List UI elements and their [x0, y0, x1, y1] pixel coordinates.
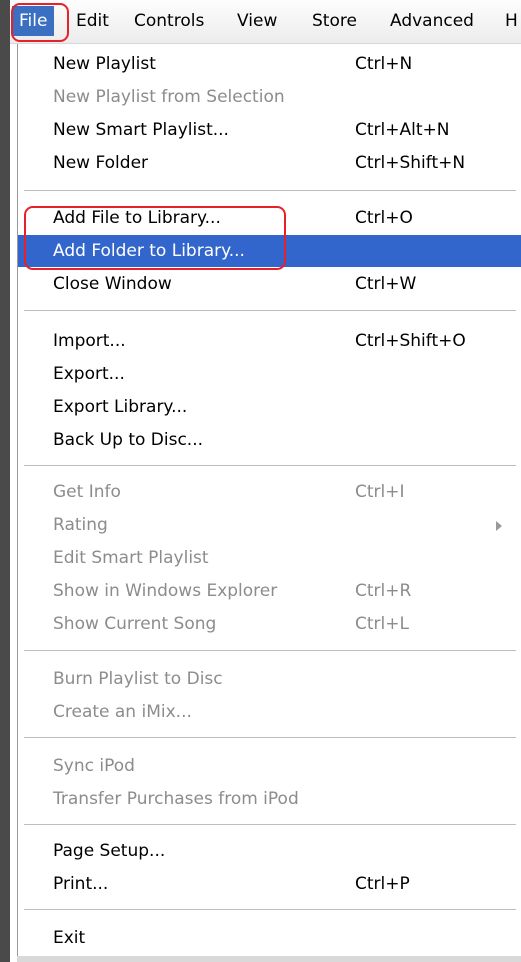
menu-bar: File Edit Controls View Store Advanced H: [10, 0, 521, 44]
menu-item-shortcut: Ctrl+P: [355, 874, 410, 894]
menu-item-export[interactable]: Export...: [18, 358, 521, 390]
menu-item-label: New Playlist from Selection: [53, 87, 285, 107]
itunes-file-menu-screen: File Edit Controls View Store Advanced H…: [0, 0, 521, 962]
menu-item-new-smart-playlist[interactable]: New Smart Playlist... Ctrl+Alt+N: [18, 114, 521, 146]
menu-item-shortcut: Ctrl+R: [355, 581, 412, 601]
menu-separator: [24, 465, 516, 467]
menu-item-shortcut: Ctrl+Alt+N: [355, 120, 450, 140]
menu-separator: [24, 190, 516, 192]
menu-edit[interactable]: Edit: [69, 6, 116, 36]
menu-item-shortcut: Ctrl+Shift+N: [355, 153, 466, 173]
menu-item-label: Exit: [53, 928, 86, 948]
menu-item-transfer-purchases-from-ipod: Transfer Purchases from iPod: [18, 783, 521, 815]
menu-item-label: New Playlist: [53, 54, 156, 74]
menu-advanced[interactable]: Advanced: [383, 6, 481, 36]
menu-controls[interactable]: Controls: [127, 6, 211, 36]
menu-separator: [24, 310, 516, 312]
menu-separator: [24, 650, 516, 652]
menu-item-label: Import...: [53, 331, 126, 351]
menu-item-export-library[interactable]: Export Library...: [18, 391, 521, 423]
menu-item-rating: Rating: [18, 509, 521, 541]
menu-item-back-up-to-disc[interactable]: Back Up to Disc...: [18, 424, 521, 456]
menu-item-label: New Folder: [53, 153, 149, 173]
menu-separator: [24, 824, 516, 826]
menu-item-shortcut: Ctrl+L: [355, 614, 409, 634]
menu-item-create-an-imix: Create an iMix...: [18, 696, 521, 728]
menu-item-edit-smart-playlist: Edit Smart Playlist: [18, 542, 521, 574]
menu-item-label: Export...: [53, 364, 125, 384]
menu-item-page-setup[interactable]: Page Setup...: [18, 835, 521, 867]
menu-item-shortcut: Ctrl+O: [355, 208, 413, 228]
menu-item-label: New Smart Playlist...: [53, 120, 229, 140]
menu-item-label: Back Up to Disc...: [53, 430, 204, 450]
menu-item-label: Sync iPod: [53, 756, 135, 776]
window-bottom-edge: [17, 956, 521, 962]
menu-item-label: Add Folder to Library...: [53, 241, 245, 261]
menu-item-label: Create an iMix...: [53, 702, 192, 722]
menu-item-new-playlist-from-selection: New Playlist from Selection: [18, 81, 521, 113]
menu-item-import[interactable]: Import... Ctrl+Shift+O: [18, 325, 521, 357]
menu-item-label: Show in Windows Explorer: [53, 581, 278, 601]
menu-item-label: Print...: [53, 874, 109, 894]
menu-item-exit[interactable]: Exit: [18, 922, 521, 954]
menu-item-add-file-to-library[interactable]: Add File to Library... Ctrl+O: [18, 202, 521, 234]
menu-item-label: Close Window: [53, 274, 172, 294]
menu-item-show-in-windows-explorer: Show in Windows Explorer Ctrl+R: [18, 575, 521, 607]
menu-item-print[interactable]: Print... Ctrl+P: [18, 868, 521, 900]
menu-store[interactable]: Store: [305, 6, 364, 36]
menu-item-shortcut: Ctrl+W: [355, 274, 417, 294]
menu-item-add-folder-to-library[interactable]: Add Folder to Library...: [18, 235, 521, 267]
menu-item-label: Get Info: [53, 482, 121, 502]
menu-item-label: Rating: [53, 515, 108, 535]
menu-item-shortcut: Ctrl+N: [355, 54, 413, 74]
file-menu-dropdown: New Playlist Ctrl+N New Playlist from Se…: [17, 44, 521, 962]
menu-item-label: Add File to Library...: [53, 208, 221, 228]
menu-help[interactable]: H: [498, 6, 521, 36]
menu-item-label: Page Setup...: [53, 841, 166, 861]
menu-item-label: Edit Smart Playlist: [53, 548, 209, 568]
menu-item-new-folder[interactable]: New Folder Ctrl+Shift+N: [18, 147, 521, 179]
menu-separator: [24, 909, 516, 911]
menu-item-get-info: Get Info Ctrl+I: [18, 476, 521, 508]
menu-item-close-window[interactable]: Close Window Ctrl+W: [18, 268, 521, 300]
menu-item-label: Transfer Purchases from iPod: [53, 789, 299, 809]
window-left-edge: [0, 0, 10, 962]
menu-item-shortcut: Ctrl+I: [355, 482, 405, 502]
menu-item-show-current-song: Show Current Song Ctrl+L: [18, 608, 521, 640]
menu-file[interactable]: File: [12, 6, 55, 36]
menu-item-label: Export Library...: [53, 397, 188, 417]
menu-item-new-playlist[interactable]: New Playlist Ctrl+N: [18, 48, 521, 80]
menu-item-burn-playlist-to-disc: Burn Playlist to Disc: [18, 663, 521, 695]
menu-item-shortcut: Ctrl+Shift+O: [355, 331, 466, 351]
menu-item-sync-ipod: Sync iPod: [18, 750, 521, 782]
submenu-arrow-icon: [496, 521, 502, 531]
menu-item-label: Burn Playlist to Disc: [53, 669, 223, 689]
menu-item-label: Show Current Song: [53, 614, 217, 634]
menu-separator: [24, 737, 516, 739]
menu-view[interactable]: View: [230, 6, 284, 36]
